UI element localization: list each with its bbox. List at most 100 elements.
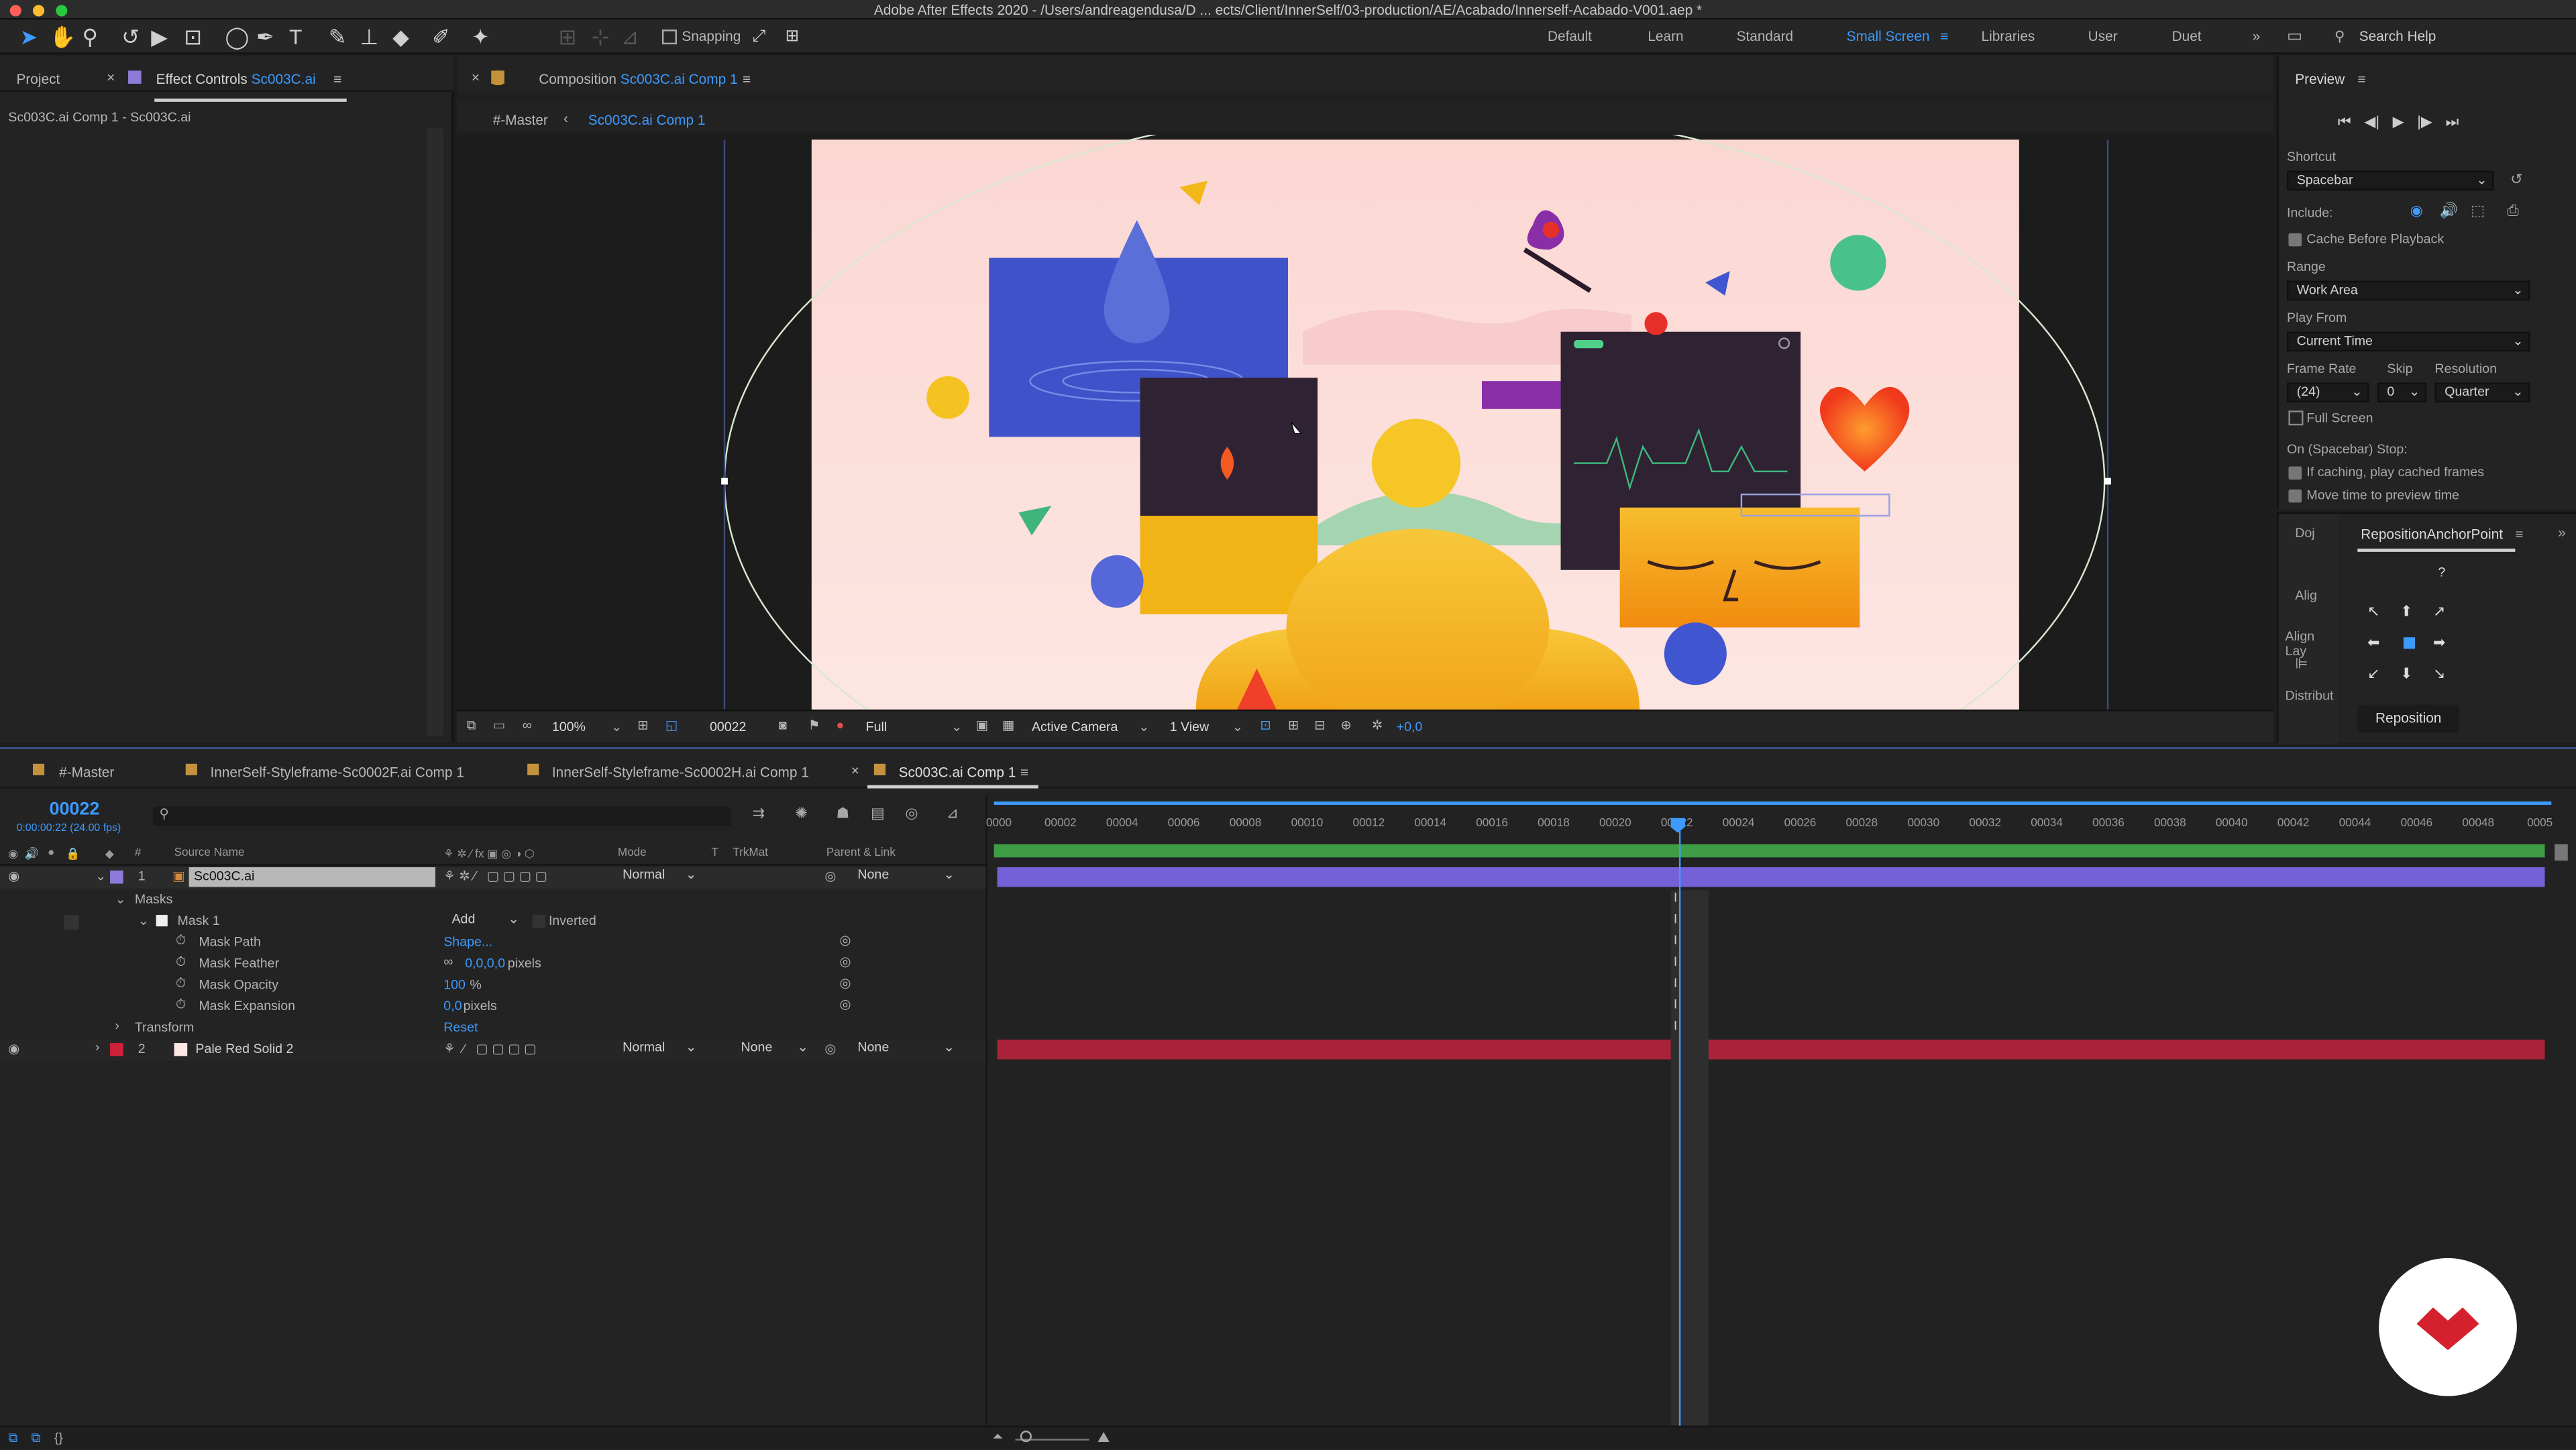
anchor-bottom-right-icon[interactable]: ↘: [2433, 665, 2445, 683]
masks-row[interactable]: ⌄ Masks: [0, 890, 985, 911]
layer2-visibility-icon[interactable]: ◉: [8, 1042, 19, 1056]
timeline-icon[interactable]: ⊟: [1314, 718, 1325, 732]
layer2-duration-bar[interactable]: [997, 1040, 2545, 1060]
layer2-pickwhip-icon[interactable]: ◎: [824, 1042, 836, 1056]
camera-tool-icon[interactable]: ▶: [151, 26, 167, 48]
resolution-dropdown[interactable]: Full: [866, 720, 888, 734]
clone-stamp-tool-icon[interactable]: ⊥: [360, 26, 378, 48]
layer1-name[interactable]: Sc003C.ai: [189, 867, 435, 887]
transform-reset-link[interactable]: Reset: [443, 1020, 478, 1035]
mask-opacity-value[interactable]: 100: [443, 977, 466, 992]
timeline-search-input[interactable]: ⚲: [152, 806, 731, 826]
mask-feather-value[interactable]: 0,0,0,0: [465, 956, 505, 970]
mask-opacity-row[interactable]: ⏱ Mask Opacity 100 % ◎: [0, 976, 985, 997]
frame-blending-icon[interactable]: ▤: [871, 805, 885, 823]
play-icon[interactable]: ▶: [2393, 113, 2404, 131]
mask1-collapse-icon[interactable]: ⌄: [138, 913, 149, 928]
mask-path-value[interactable]: Shape...: [443, 934, 492, 949]
playhead[interactable]: [1678, 818, 1680, 1450]
zoom-chevron-icon[interactable]: ⌄: [611, 720, 622, 734]
anchor-left-icon[interactable]: ⬅: [2367, 634, 2379, 652]
type-tool-icon[interactable]: T: [289, 26, 302, 48]
first-frame-icon[interactable]: ⏮: [2338, 113, 2351, 131]
mask1-color-swatch[interactable]: [156, 915, 168, 927]
snapshot-camera-icon[interactable]: ◙: [779, 718, 787, 732]
close-tab-icon[interactable]: ×: [107, 69, 115, 85]
snapping-checkbox[interactable]: [661, 30, 677, 45]
last-frame-icon[interactable]: ⏭: [2445, 113, 2459, 131]
mask-feather-row[interactable]: ⏱ Mask Feather ∞ 0,0,0,0 pixels ◎: [0, 954, 985, 976]
layer2-switches[interactable]: ⚘ ⁄ ▢ ▢ ▢ ▢: [443, 1042, 536, 1056]
mask-path-stopwatch-icon[interactable]: ⏱: [176, 933, 186, 949]
play-from-dropdown[interactable]: Current Time ⌄: [2287, 331, 2530, 352]
include-audio-icon[interactable]: 🔊: [2440, 202, 2458, 220]
transform-row[interactable]: › Transform Reset: [0, 1018, 985, 1040]
skip-dropdown[interactable]: 0 ⌄: [2377, 382, 2427, 403]
next-frame-icon[interactable]: |▶: [2417, 113, 2432, 131]
timeline-zoom-thumb[interactable]: [1020, 1431, 1032, 1443]
timeline-tab-sc0002f[interactable]: InnerSelf-Styleframe-Sc0002F.ai Comp 1: [210, 764, 464, 780]
roto-brush-tool-icon[interactable]: ✐: [432, 26, 450, 48]
timeline-graph-area[interactable]: [985, 795, 2576, 1450]
tab-align[interactable]: Alig: [2295, 588, 2317, 603]
workspace-overflow-icon[interactable]: »: [2253, 28, 2261, 44]
keyframe-marker[interactable]: I: [1674, 1018, 1677, 1033]
mask-expansion-pickwhip-icon[interactable]: ◎: [839, 997, 851, 1012]
rotate-tool-icon[interactable]: ↺: [121, 26, 140, 48]
layer-switches-toggle-icon[interactable]: ⧉: [8, 1431, 17, 1447]
workspace-libraries[interactable]: Libraries: [1981, 28, 2035, 44]
mask-path-pickwhip-icon[interactable]: ◎: [839, 933, 851, 948]
toggle-mask-visibility-icon[interactable]: ◱: [665, 718, 678, 732]
zoom-out-icon[interactable]: ⏶: [992, 1429, 1003, 1445]
source-name-header[interactable]: Source Name: [174, 848, 245, 859]
layer1-pickwhip-icon[interactable]: ◎: [824, 869, 836, 884]
keyframe-marker[interactable]: I: [1674, 890, 1677, 905]
anchor-right-icon[interactable]: ➡: [2433, 634, 2445, 652]
help-button[interactable]: ?: [2438, 565, 2445, 579]
trkmat-header[interactable]: TrkMat: [733, 848, 768, 859]
lock-column-icon[interactable]: 🔒: [66, 848, 80, 860]
include-layer-controls-icon[interactable]: ⎙: [2507, 202, 2519, 220]
mask-expansion-stopwatch-icon[interactable]: ⏱: [176, 997, 186, 1013]
composition-viewer[interactable]: [456, 134, 2274, 710]
constrain-link-icon[interactable]: ∞: [443, 954, 453, 969]
flowchart-icon[interactable]: ⊕: [1340, 718, 1351, 732]
layer2-parent-dropdown[interactable]: None ⌄: [849, 1040, 958, 1059]
switches-header-icons[interactable]: ⚘ ✲ ⁄ fx ▣ ◎ ◑ ⬡: [443, 848, 535, 860]
view-layout-chevron-icon[interactable]: ⌄: [1232, 720, 1243, 734]
layer2-mode-dropdown[interactable]: Normal ⌄: [614, 1040, 700, 1059]
layer1-label-color[interactable]: [110, 870, 123, 884]
graph-editor-icon[interactable]: ⊿: [947, 805, 959, 823]
snap-options-icon[interactable]: ⤢: [753, 26, 766, 48]
keyframe-marker[interactable]: I: [1674, 933, 1677, 948]
title-safe-icon[interactable]: ⊞: [637, 718, 648, 732]
shortcut-dropdown[interactable]: Spacebar ⌄: [2287, 170, 2494, 191]
hand-tool-icon[interactable]: ✋: [49, 26, 76, 48]
keyframe-marker[interactable]: I: [1674, 911, 1677, 926]
solo-column-icon[interactable]: ●: [48, 848, 54, 859]
monitor-icon[interactable]: ▭: [493, 718, 506, 732]
snap-grid-icon[interactable]: ⊞: [786, 26, 800, 48]
brush-tool-icon[interactable]: ✎: [329, 26, 347, 48]
draft-3d-icon[interactable]: ✺: [795, 805, 807, 823]
layer2-name[interactable]: Pale Red Solid 2: [195, 1042, 293, 1056]
keyframe-marker[interactable]: I: [1674, 976, 1677, 991]
breadcrumb-back-icon[interactable]: ‹: [564, 110, 568, 126]
anchor-center-icon[interactable]: [2403, 637, 2416, 649]
3d-glasses-icon[interactable]: ∞: [523, 718, 532, 732]
anchor-bottom-icon[interactable]: ⬇: [2400, 665, 2412, 683]
close-timeline-tab-icon[interactable]: ×: [851, 762, 859, 778]
anchor-top-icon[interactable]: ⬆: [2400, 603, 2412, 621]
channel-icon[interactable]: ●: [837, 718, 845, 732]
camera-view-dropdown[interactable]: Active Camera: [1032, 720, 1118, 734]
workspace-menu-icon[interactable]: ≡: [1940, 28, 1948, 44]
video-column-icon[interactable]: ◉: [8, 848, 18, 860]
cache-before-playback-checkbox[interactable]: [2288, 233, 2302, 247]
range-dropdown[interactable]: Work Area ⌄: [2287, 280, 2530, 301]
zoom-tool-icon[interactable]: ⚲: [82, 26, 97, 48]
time-navigator[interactable]: [994, 801, 2552, 805]
panel-layout-icon[interactable]: ▭: [2287, 28, 2302, 46]
reposition-button[interactable]: Reposition: [2357, 704, 2460, 733]
selection-tool-icon[interactable]: ➤: [19, 26, 38, 48]
keyframe-marker[interactable]: I: [1674, 997, 1677, 1012]
